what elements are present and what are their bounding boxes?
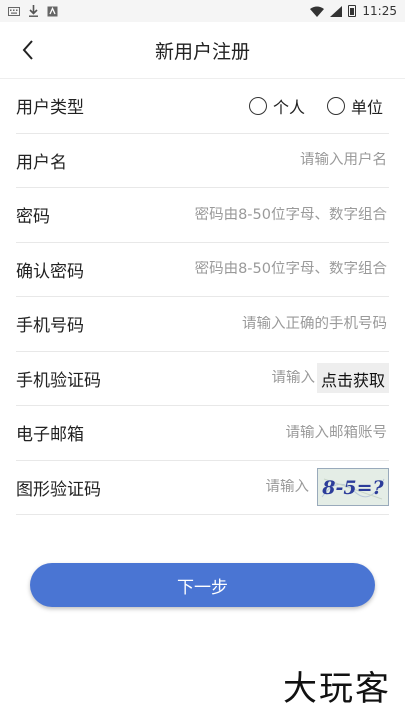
password-row: 密码	[16, 188, 389, 243]
sms-code-input[interactable]	[248, 370, 317, 387]
email-row: 电子邮箱	[16, 406, 389, 461]
get-code-button[interactable]: 点击获取	[316, 363, 389, 394]
phone-row: 手机号码	[16, 297, 389, 352]
download-icon	[29, 5, 38, 17]
signal-icon	[330, 5, 343, 17]
captcha-image[interactable]: 8-5=?	[317, 468, 389, 507]
user-type-label: 用户类型	[16, 98, 84, 119]
chevron-left-icon	[22, 40, 33, 60]
password-label: 密码	[16, 207, 50, 228]
radio-organization[interactable]: 单位	[326, 94, 383, 118]
next-step-button[interactable]: 下一步	[30, 563, 375, 607]
user-type-row: 用户类型 个人 单位	[16, 79, 389, 134]
sms-code-row: 手机验证码 点击获取	[16, 352, 389, 406]
status-icons-left	[8, 5, 58, 17]
captcha-row: 图形验证码 8-5=?	[16, 461, 389, 515]
phone-label: 手机号码	[16, 316, 84, 337]
email-label: 电子邮箱	[16, 425, 84, 446]
captcha-text: 8-5=?	[321, 477, 384, 499]
user-type-radio-group: 个人 单位	[248, 94, 389, 118]
sms-code-label: 手机验证码	[16, 370, 101, 391]
sms-code-group: 点击获取	[237, 363, 389, 394]
username-row: 用户名	[16, 134, 389, 188]
confirm-password-label: 确认密码	[16, 261, 84, 282]
status-time: 11:25	[362, 4, 397, 18]
radio-circle-icon	[326, 96, 345, 115]
confirm-password-row: 确认密码	[16, 243, 389, 297]
captcha-group: 8-5=?	[231, 468, 389, 507]
registration-form: 用户类型 个人 单位 用户名 密码 确认密码 手机号码 手机验证码 点	[16, 79, 389, 515]
page-title: 新用户注册	[154, 40, 250, 63]
confirm-password-input[interactable]	[96, 261, 389, 278]
radio-circle-icon	[248, 96, 267, 115]
radio-organization-label: 单位	[350, 97, 383, 117]
navigation-bar: 新用户注册	[0, 22, 405, 79]
captcha-label: 图形验证码	[16, 479, 101, 500]
watermark-logo: 大玩客	[283, 669, 391, 709]
keyboard-icon	[8, 6, 20, 16]
username-label: 用户名	[16, 152, 67, 173]
password-input[interactable]	[62, 206, 389, 223]
email-input[interactable]	[96, 424, 389, 441]
radio-individual[interactable]: 个人	[248, 94, 305, 118]
battery-icon	[348, 5, 357, 17]
status-icons-right: 11:25	[310, 4, 397, 18]
username-input[interactable]	[79, 152, 389, 169]
back-button[interactable]	[10, 22, 46, 78]
status-bar: 11:25	[0, 0, 405, 22]
alert-icon	[47, 6, 58, 16]
captcha-input[interactable]	[243, 479, 311, 496]
phone-input[interactable]	[96, 315, 389, 332]
radio-individual-label: 个人	[272, 97, 305, 117]
wifi-icon	[310, 6, 325, 17]
